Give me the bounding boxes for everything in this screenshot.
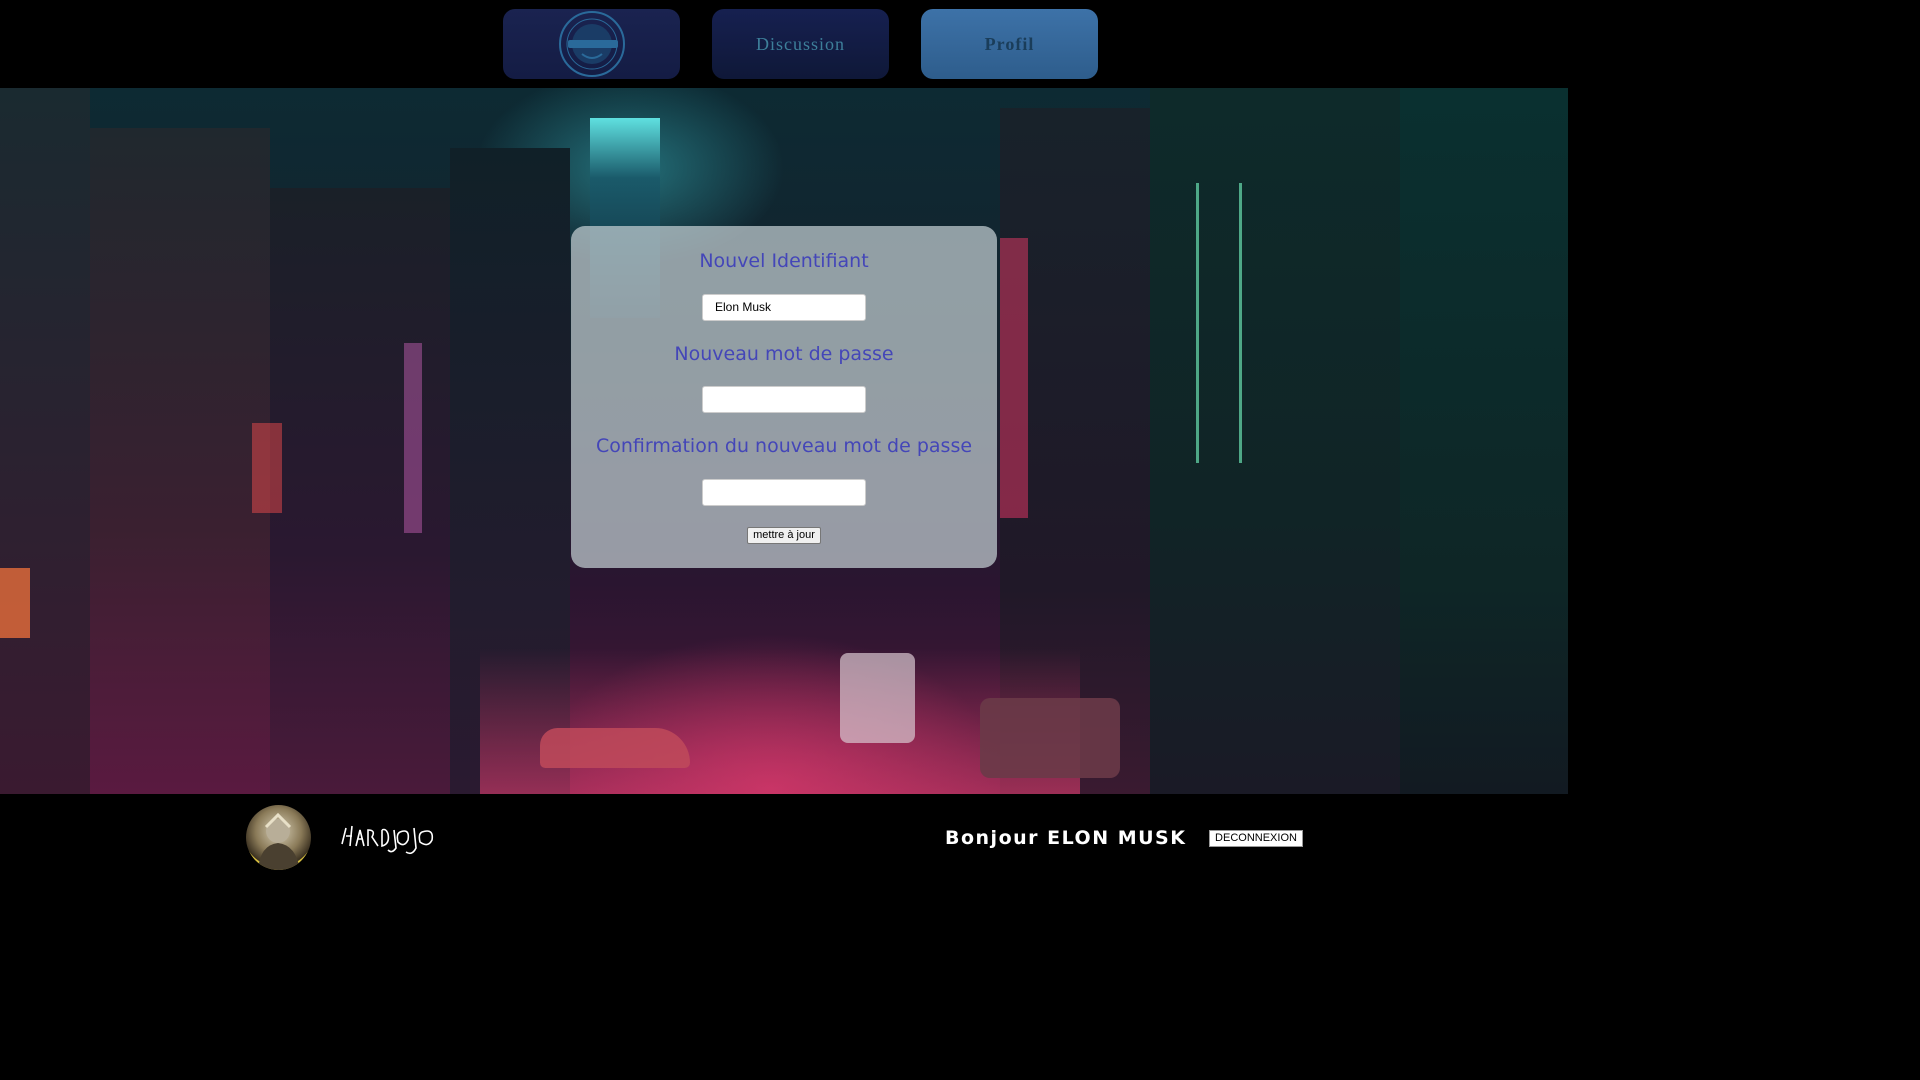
user-avatar-icon[interactable] (246, 805, 311, 870)
update-button[interactable]: mettre à jour (747, 527, 821, 544)
password-label: Nouveau mot de passe (674, 343, 894, 365)
car (980, 698, 1120, 778)
building-left-inner (270, 188, 450, 794)
neon-sign-orange (252, 423, 282, 513)
neon-sign-pink (404, 343, 422, 533)
top-navigation: Discussion Profil (0, 0, 1568, 88)
building-left (90, 128, 270, 794)
username-label: Nouvel Identifiant (699, 250, 869, 272)
truck (840, 653, 915, 743)
hardjojo-signature-logo (341, 825, 434, 855)
nav-discussion-button[interactable]: Discussion (712, 9, 889, 79)
building-left-edge (0, 88, 90, 794)
username-input[interactable]: Elon Musk (702, 294, 866, 321)
greeting-text: Bonjour ELON MUSK (945, 827, 1187, 849)
profile-update-form: Nouvel Identifiant Elon Musk Nouveau mot… (571, 226, 997, 568)
neon-sign-red (1000, 238, 1028, 518)
password-input[interactable] (702, 386, 866, 413)
building-right-edge (1400, 88, 1568, 794)
nav-profile-button[interactable]: Profil (921, 9, 1098, 79)
neon-sign-green (1196, 183, 1242, 463)
footer-bar: Bonjour ELON MUSK DECONNEXION (0, 794, 1568, 882)
laughing-man-logo-icon (558, 11, 625, 77)
logout-button[interactable]: DECONNEXION (1209, 830, 1303, 847)
shop-sign (0, 568, 30, 638)
car (540, 728, 690, 768)
confirm-password-input[interactable] (702, 479, 866, 506)
building-right (1150, 88, 1400, 794)
confirm-password-label: Confirmation du nouveau mot de passe (595, 435, 973, 457)
nav-home-button[interactable] (503, 9, 680, 79)
